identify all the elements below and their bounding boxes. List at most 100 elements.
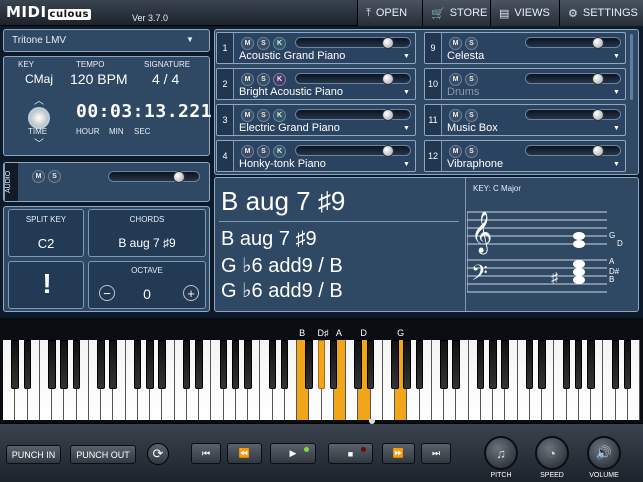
chevron-down-icon[interactable]: ▼ [403, 53, 410, 60]
black-key[interactable] [476, 340, 485, 389]
slider-knob[interactable] [382, 73, 394, 85]
black-key[interactable] [562, 340, 571, 389]
black-key[interactable] [97, 340, 105, 389]
track-keyboard-button[interactable]: K [273, 145, 286, 158]
black-key[interactable] [146, 340, 154, 389]
black-key[interactable] [305, 340, 313, 389]
black-key[interactable] [391, 340, 399, 389]
track-volume-slider[interactable] [295, 145, 411, 157]
black-key[interactable] [280, 340, 289, 389]
track-volume-slider[interactable] [525, 37, 621, 49]
black-key[interactable] [538, 340, 546, 389]
track-keyboard-button[interactable]: K [273, 73, 286, 86]
track-volume-slider[interactable] [525, 109, 621, 121]
track-mute-button[interactable]: M [241, 109, 254, 122]
track-keyboard-button[interactable]: K [273, 37, 286, 50]
alert-box[interactable]: ! [8, 261, 84, 309]
track-row[interactable]: 4 M S K Honky-tonk Piano ▼ [216, 140, 416, 172]
stop-button[interactable]: ■ [328, 443, 373, 464]
track-mute-button[interactable]: M [241, 37, 254, 50]
settings-button[interactable]: ⚙ SETTINGS [559, 0, 643, 26]
punch-in-button[interactable]: PUNCH IN [6, 445, 61, 464]
black-key[interactable] [231, 340, 240, 389]
black-key[interactable] [623, 340, 632, 389]
punch-out-button[interactable]: PUNCH OUT [70, 445, 136, 464]
audio-mute-button[interactable]: M [32, 170, 45, 183]
black-key[interactable] [158, 340, 166, 389]
loop-icon[interactable]: ⟳ [147, 443, 169, 465]
slider-knob[interactable] [382, 37, 394, 49]
track-solo-button[interactable]: S [465, 73, 478, 86]
tracks-scrollbar[interactable] [630, 34, 633, 100]
slider-knob[interactable] [382, 109, 394, 121]
black-key[interactable] [574, 340, 583, 389]
chevron-down-icon[interactable]: ▼ [613, 161, 620, 168]
track-mute-button[interactable]: M [449, 145, 462, 158]
black-key[interactable] [72, 340, 81, 389]
track-solo-button[interactable]: S [257, 37, 270, 50]
track-solo-button[interactable]: S [257, 145, 270, 158]
black-key[interactable] [525, 340, 534, 389]
chevron-down-icon[interactable]: ▼ [403, 89, 410, 96]
black-key[interactable] [415, 340, 424, 389]
slider-knob[interactable] [592, 109, 604, 121]
black-key[interactable] [403, 340, 411, 389]
chevron-down-icon[interactable]: ▼ [613, 53, 620, 60]
track-mute-button[interactable]: M [449, 109, 462, 122]
open-button[interactable]: ⤒ OPEN [357, 0, 422, 26]
track-row[interactable]: 10 M S Drums ▼ [424, 68, 626, 100]
slider-knob[interactable] [592, 37, 604, 49]
black-key[interactable] [329, 340, 338, 389]
black-key[interactable] [109, 340, 117, 389]
black-key[interactable] [440, 340, 448, 389]
track-mute-button[interactable]: M [449, 37, 462, 50]
skip-forward-button[interactable]: ⏭ [421, 443, 451, 464]
chevron-down-icon[interactable]: ▼ [613, 125, 620, 132]
split-key-box[interactable]: SPLIT KEY C2 [8, 209, 84, 257]
chevron-down-icon[interactable]: ▼ [613, 89, 620, 96]
slider-knob[interactable] [382, 145, 394, 157]
skip-back-button[interactable]: ⏮ [191, 443, 221, 464]
chevron-up-icon[interactable]: ︿ [34, 92, 44, 107]
track-row[interactable]: 12 M S Vibraphone ▼ [424, 140, 626, 172]
black-key[interactable] [268, 340, 277, 389]
black-key[interactable] [587, 340, 595, 389]
track-solo-button[interactable]: S [465, 145, 478, 158]
track-solo-button[interactable]: S [465, 109, 478, 122]
play-button[interactable]: ▶ [270, 443, 316, 464]
black-key[interactable] [219, 340, 228, 389]
track-volume-slider[interactable] [295, 73, 411, 85]
piano-keyboard[interactable] [3, 340, 640, 420]
slider-knob[interactable] [592, 145, 604, 157]
black-key[interactable] [489, 340, 497, 389]
black-key[interactable] [60, 340, 68, 389]
black-key[interactable] [501, 340, 509, 389]
track-mute-button[interactable]: M [449, 73, 462, 86]
track-keyboard-button[interactable]: K [273, 109, 286, 122]
chevron-down-icon[interactable]: ﹀ [34, 135, 44, 150]
song-selector[interactable]: Tritone LMV ▼ [3, 29, 210, 52]
track-row[interactable]: 2 M S K Bright Acoustic Piano ▼ [216, 68, 416, 100]
track-row[interactable]: 9 M S Celesta ▼ [424, 32, 626, 64]
track-row[interactable]: 11 M S Music Box ▼ [424, 104, 626, 136]
track-mute-button[interactable]: M [241, 73, 254, 86]
track-row[interactable]: 1 M S K Acoustic Grand Piano ▼ [216, 32, 416, 64]
views-button[interactable]: ▤ VIEWS [490, 0, 559, 26]
chevron-down-icon[interactable]: ▼ [403, 125, 410, 132]
track-solo-button[interactable]: S [465, 37, 478, 50]
track-solo-button[interactable]: S [257, 109, 270, 122]
black-key[interactable] [195, 340, 203, 389]
slider-knob[interactable] [592, 73, 604, 85]
chords-box[interactable]: CHORDS B aug 7 ♯9 [88, 209, 206, 257]
track-volume-slider[interactable] [525, 145, 621, 157]
black-key[interactable] [48, 340, 56, 389]
audio-solo-button[interactable]: S [48, 170, 61, 183]
volume-dial[interactable]: 🔊 [587, 436, 621, 470]
black-key[interactable] [354, 340, 362, 389]
track-row[interactable]: 3 M S K Electric Grand Piano ▼ [216, 104, 416, 136]
slider-knob[interactable] [173, 171, 185, 183]
black-key[interactable] [366, 340, 375, 389]
black-key[interactable] [317, 340, 326, 389]
octave-minus-button[interactable]: − [99, 285, 115, 301]
chevron-down-icon[interactable]: ▼ [403, 161, 410, 168]
